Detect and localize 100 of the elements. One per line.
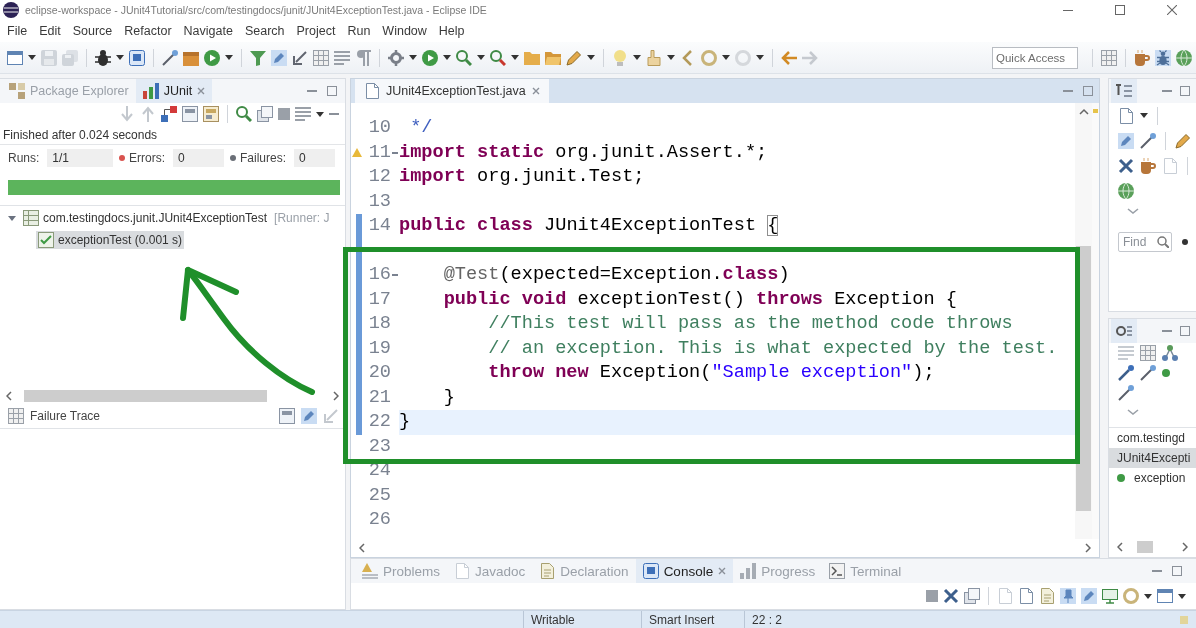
document-icon[interactable] [1018,588,1034,604]
hand-icon[interactable] [646,49,662,66]
box-icon[interactable] [183,49,199,66]
lines-icon[interactable] [295,106,311,122]
bug-icon[interactable] [95,49,111,66]
dot-icon[interactable] [1182,239,1188,245]
folder-icon[interactable] [545,49,561,66]
pencil-icon[interactable] [1175,132,1191,149]
menu-item[interactable]: Project [296,24,336,38]
menu-item[interactable]: Search [244,24,285,38]
play-icon[interactable] [422,49,438,66]
document-icon[interactable] [1039,588,1055,604]
arrow-left-icon[interactable] [359,543,365,553]
view-tab[interactable]: JUnit [135,79,213,103]
caret-icon[interactable] [722,55,730,60]
outline-item[interactable]: exception [1109,468,1196,488]
pin-icon[interactable] [1060,588,1076,604]
view-tab[interactable] [1111,319,1137,343]
maximize-icon[interactable] [1172,566,1182,576]
menu-item[interactable]: File [7,24,28,38]
window-icon[interactable] [1157,588,1173,604]
minus-icon[interactable] [392,274,398,277]
globe-icon[interactable] [1176,49,1192,66]
ring-icon[interactable] [701,49,717,66]
wand-icon[interactable] [162,49,178,66]
caret-icon[interactable] [116,55,124,60]
document-icon[interactable] [1118,107,1134,124]
caret-icon[interactable] [316,111,324,117]
layers-icon[interactable] [257,106,273,122]
search-icon[interactable] [456,49,472,66]
menu-item[interactable]: Source [72,24,113,38]
globe-icon[interactable] [1118,182,1134,199]
wand-icon[interactable] [1118,365,1134,381]
tree-item[interactable]: exceptionTest (0.001 s) [36,231,185,249]
panel-icon[interactable] [182,106,198,122]
squares-icon[interactable] [161,106,177,122]
caret-icon[interactable] [511,55,519,60]
grid-icon[interactable] [313,49,329,66]
close-icon[interactable] [718,567,727,575]
highlighter-icon[interactable] [301,408,317,424]
caret-icon[interactable] [443,55,451,60]
find-field[interactable]: Find [1118,232,1172,252]
menu-item[interactable]: Window [382,24,427,38]
caret-icon[interactable] [756,55,764,60]
menu-item[interactable]: Run [347,24,371,38]
chevron-icon[interactable] [1127,208,1139,214]
caret-icon[interactable] [409,55,417,60]
funnel-icon[interactable] [250,49,266,66]
highlighter-icon[interactable] [1081,588,1097,604]
editor-tab[interactable]: JUnit4ExceptionTest.java [355,79,549,103]
highlighter-icon[interactable] [1118,132,1134,149]
maximize-icon[interactable] [1083,86,1093,96]
outline-item[interactable]: com.testingd [1109,428,1196,448]
scrollbar-thumb[interactable] [24,390,267,402]
caret-icon[interactable] [587,55,595,60]
view-tab[interactable] [1111,79,1137,103]
caret-icon[interactable] [1144,593,1152,599]
layers-icon[interactable] [964,588,980,604]
menu-item[interactable]: Help [438,24,465,38]
arrow-icon[interactable] [781,49,797,66]
paragraph-icon[interactable] [355,49,371,66]
search-icon[interactable] [490,49,506,66]
outline-item[interactable]: JUnit4Excepti [1109,448,1196,468]
scrollbar-thumb[interactable] [1137,541,1153,553]
caret-icon[interactable] [1140,113,1148,118]
maximize-icon[interactable] [1180,326,1190,336]
view-tab[interactable]: Console [635,559,734,583]
tree-item[interactable]: com.testingdocs.junit.JUnit4ExceptionTest [21,209,270,227]
maximize-icon[interactable] [1180,86,1190,96]
close-icon[interactable] [1167,5,1177,15]
arrow-left-icon[interactable] [1117,542,1123,552]
gear-icon[interactable] [388,49,404,66]
chevron-icon[interactable] [1127,409,1139,415]
arrow-icon[interactable] [292,49,308,66]
folder-icon[interactable] [524,49,540,66]
caret-icon[interactable] [477,55,485,60]
highlighter-icon[interactable] [271,49,287,66]
caret-icon[interactable] [667,55,675,60]
arrow-right-icon[interactable] [333,391,339,401]
caret-icon[interactable] [28,55,36,60]
maximize-icon[interactable] [327,86,337,96]
ring-icon[interactable] [1123,588,1139,604]
wand-icon[interactable] [1118,385,1134,401]
bulb-icon[interactable] [612,49,628,66]
caret-icon[interactable] [225,55,233,60]
arrow-right-icon[interactable] [1085,543,1091,553]
search-icon[interactable] [236,106,252,122]
monitor-icon[interactable] [129,49,145,66]
wand-icon[interactable] [1140,365,1156,381]
arrow-up-icon[interactable] [1078,108,1089,115]
wand-icon[interactable] [1140,132,1156,149]
window-icon[interactable] [7,49,23,66]
menu-item[interactable]: Refactor [124,24,172,38]
cross-icon[interactable] [1118,157,1134,174]
nodes-icon[interactable] [1162,345,1178,361]
panel-icon[interactable] [279,408,295,424]
minimize-icon[interactable] [1063,9,1073,11]
caret-icon[interactable] [633,55,641,60]
cup-icon[interactable] [1134,49,1150,66]
play-icon[interactable] [204,49,220,66]
